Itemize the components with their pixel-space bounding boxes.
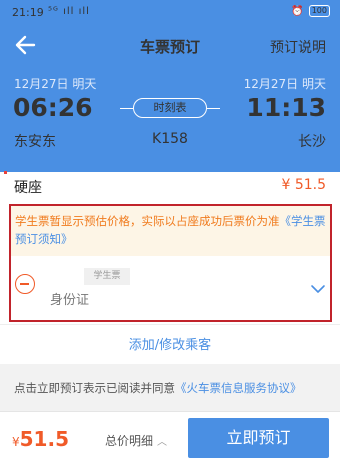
price-detail-button[interactable]: 总价明细 ︿ [105,432,167,449]
agreement-text: 点击立即预订表示已阅读并同意《火车票信息服务协议》 [14,380,302,396]
passenger-highlight-box [9,204,332,322]
total-price: ¥51.5 [12,427,69,451]
seat-price: ¥ 51.5 [281,177,326,193]
booking-help-link[interactable]: 预订说明 [270,37,326,57]
from-station: 东安东 [14,134,56,150]
divider [0,324,340,325]
status-bar: 21:19 ⁵ᴳ ıll ıll ⏰ 100 [0,0,340,26]
navbar: 车票预订 预订说明 [0,28,340,62]
seat-type: 硬座 [14,180,42,196]
add-passenger-button[interactable]: 添加/修改乘客 [0,334,340,353]
timeline-line-left [120,108,133,109]
status-time: 21:19 [12,6,44,19]
arrival-time: 11:13 [246,93,326,122]
battery-icon: 100 [308,5,330,17]
agreement-prefix: 点击立即预订表示已阅读并同意 [14,381,175,395]
arrival-date: 12月27日 明天 [243,77,326,91]
alarm-icon: ⏰ [291,5,304,17]
red-marker [4,171,7,174]
departure-date: 12月27日 明天 [14,77,97,91]
to-station: 长沙 [298,134,326,150]
price-detail-label: 总价明细 [105,434,154,448]
currency-symbol: ¥ [12,435,20,449]
departure-time: 06:26 [13,93,93,122]
schedule-button[interactable]: 时刻表 [133,98,207,118]
book-now-button[interactable]: 立即预订 [188,418,329,458]
timeline-line-right [207,108,220,109]
signal-icon: ⁵ᴳ ıll ıll [48,6,90,17]
total-amount: 51.5 [19,427,69,451]
back-arrow-icon[interactable] [12,31,40,59]
chevron-up-icon: ︿ [157,437,168,448]
service-agreement-link[interactable]: 《火车票信息服务协议》 [175,381,302,395]
